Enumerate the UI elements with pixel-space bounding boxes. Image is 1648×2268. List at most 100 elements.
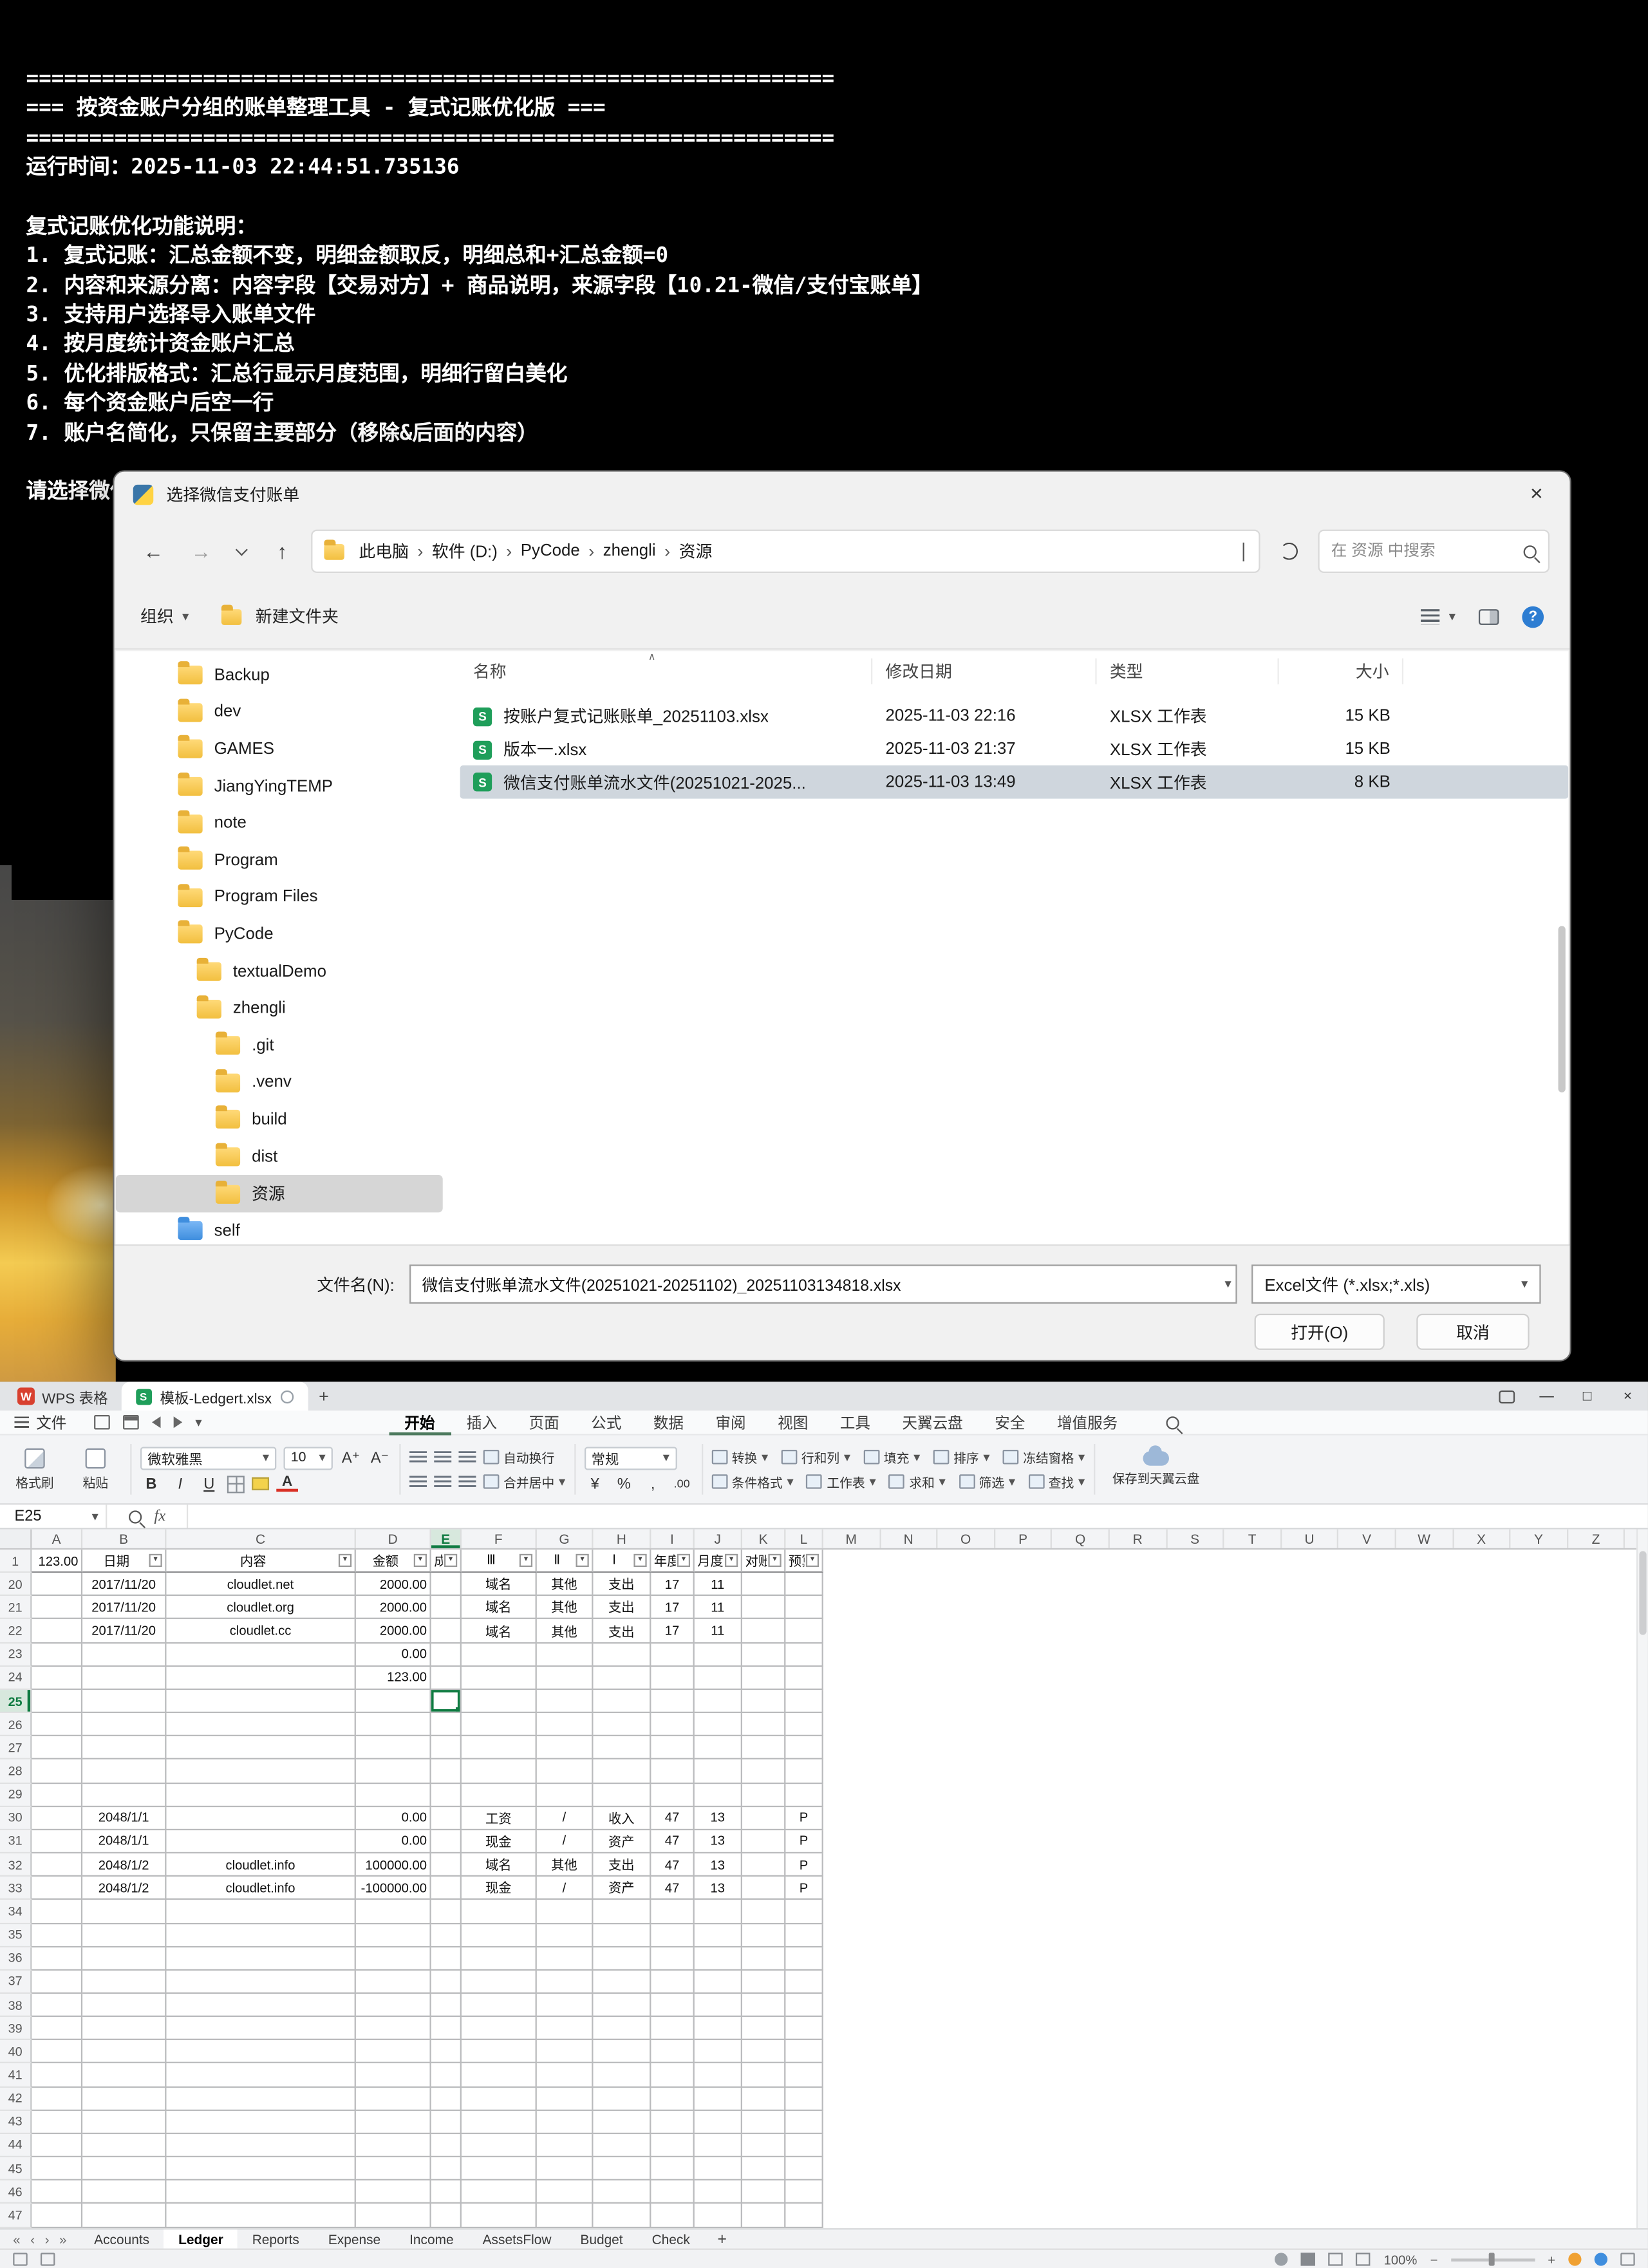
breadcrumb-item[interactable]: zhengli	[594, 543, 664, 560]
cell-V41[interactable]	[1339, 2064, 1396, 2087]
cell-U41[interactable]	[1282, 2064, 1339, 2087]
window-close-icon[interactable]: ×	[1607, 1382, 1648, 1410]
cell-U24[interactable]	[1282, 1667, 1339, 1690]
align-top-icon[interactable]	[409, 1450, 427, 1463]
cell-S31[interactable]	[1167, 1830, 1224, 1853]
cell-I30[interactable]: 47	[651, 1806, 694, 1830]
cell-N40[interactable]	[881, 2041, 938, 2064]
cell-E38[interactable]	[431, 1994, 462, 2017]
ribbon-tab-安全[interactable]: 安全	[979, 1410, 1042, 1434]
column-header-T[interactable]: T	[1224, 1530, 1282, 1548]
scrollbar-thumb[interactable]	[1639, 1551, 1646, 1635]
cell-X38[interactable]	[1454, 1994, 1511, 2017]
cell-V20[interactable]	[1339, 1573, 1396, 1596]
tree-item-JiangYingTEMP[interactable]: JiangYingTEMP	[116, 768, 443, 805]
cell-Q29[interactable]	[1053, 1783, 1110, 1806]
open-button[interactable]: 打开(O)	[1255, 1314, 1385, 1350]
cell-X28[interactable]	[1454, 1760, 1511, 1783]
cell-S28[interactable]	[1167, 1760, 1224, 1783]
cell-B29[interactable]	[82, 1783, 166, 1806]
column-header-H[interactable]: H	[593, 1530, 651, 1548]
cell-V27[interactable]	[1339, 1737, 1396, 1760]
cell-L21[interactable]	[785, 1597, 823, 1620]
cell-V25[interactable]	[1339, 1690, 1396, 1713]
cell-S22[interactable]	[1167, 1620, 1224, 1643]
cell-D26[interactable]	[356, 1713, 431, 1736]
cell-W31[interactable]	[1396, 1830, 1454, 1853]
cell-U44[interactable]	[1282, 2134, 1339, 2157]
cell-R26[interactable]	[1110, 1713, 1167, 1736]
wrap-text-button[interactable]: 自动换行	[483, 1448, 555, 1467]
cell-A42[interactable]	[32, 2087, 82, 2110]
cell-W47[interactable]	[1396, 2204, 1454, 2227]
row-header-33[interactable]: 33	[0, 1877, 32, 1900]
cell-B38[interactable]	[82, 1994, 166, 2017]
cell-D35[interactable]	[356, 1924, 431, 1947]
cell-E44[interactable]	[431, 2134, 462, 2157]
cell-K40[interactable]	[742, 2041, 785, 2064]
cell-N22[interactable]	[881, 1620, 938, 1643]
history-dropdown-icon[interactable]	[230, 532, 253, 570]
cell-N33[interactable]	[881, 1877, 938, 1900]
cell-G47[interactable]	[537, 2204, 594, 2227]
column-header-E[interactable]: E	[431, 1530, 462, 1548]
filter-icon[interactable]: ▾	[677, 1554, 690, 1567]
cell-C32[interactable]: cloudlet.info	[166, 1853, 355, 1877]
cell-K23[interactable]	[742, 1643, 785, 1666]
row-header-46[interactable]: 46	[0, 2180, 32, 2204]
cell-K25[interactable]	[742, 1690, 785, 1713]
cell-G36[interactable]	[537, 1947, 594, 1970]
cell-G40[interactable]	[537, 2041, 594, 2064]
tree-item-Backup[interactable]: Backup	[116, 657, 443, 694]
filename-input[interactable]	[422, 1275, 1216, 1293]
cell-Q34[interactable]	[1053, 1900, 1110, 1924]
cell-W45[interactable]	[1396, 2157, 1454, 2180]
cell-O34[interactable]	[938, 1900, 995, 1924]
cell-Z22[interactable]	[1568, 1620, 1625, 1643]
cell-J28[interactable]	[695, 1760, 742, 1783]
cell-H30[interactable]: 收入	[593, 1806, 651, 1830]
cell-I1[interactable]: 年度▾	[651, 1550, 694, 1573]
cell-M36[interactable]	[823, 1947, 881, 1970]
cell-N26[interactable]	[881, 1713, 938, 1736]
cell-Z42[interactable]	[1568, 2087, 1625, 2110]
cell-Q33[interactable]	[1053, 1877, 1110, 1900]
cell-D22[interactable]: 2000.00	[356, 1620, 431, 1643]
sheet-tab-Budget[interactable]: Budget	[566, 2229, 637, 2249]
ribbon-tab-审阅[interactable]: 审阅	[700, 1410, 762, 1434]
cell-K31[interactable]	[742, 1830, 785, 1853]
cell-O44[interactable]	[938, 2134, 995, 2157]
cell-X47[interactable]	[1454, 2204, 1511, 2227]
cell-G1[interactable]: Ⅱ▾	[537, 1550, 594, 1573]
column-header-P[interactable]: P	[995, 1530, 1053, 1548]
sheet-tab-Accounts[interactable]: Accounts	[80, 2229, 164, 2249]
cell-T45[interactable]	[1224, 2157, 1282, 2180]
cell-C23[interactable]	[166, 1643, 355, 1666]
cell-C24[interactable]	[166, 1667, 355, 1690]
cell-D24[interactable]: 123.00	[356, 1667, 431, 1690]
cell-Y37[interactable]	[1511, 1971, 1568, 1994]
cell-K1[interactable]: 对账▾	[742, 1550, 785, 1573]
cell-X33[interactable]	[1454, 1877, 1511, 1900]
cell-G39[interactable]	[537, 2017, 594, 2040]
cell-L39[interactable]	[785, 2017, 823, 2040]
cell-P31[interactable]	[995, 1830, 1053, 1853]
cell-R33[interactable]	[1110, 1877, 1167, 1900]
search-input[interactable]	[1331, 543, 1524, 560]
row-header-43[interactable]: 43	[0, 2111, 32, 2134]
cell-U22[interactable]	[1282, 1620, 1339, 1643]
column-header-Y[interactable]: Y	[1511, 1530, 1568, 1548]
cell-M27[interactable]	[823, 1737, 881, 1760]
cell-I44[interactable]	[651, 2134, 694, 2157]
cell-A23[interactable]	[32, 1643, 82, 1666]
cell-S34[interactable]	[1167, 1900, 1224, 1924]
next-sheet-icon[interactable]: ›	[45, 2232, 50, 2246]
cell-V38[interactable]	[1339, 1994, 1396, 2017]
cell-N30[interactable]	[881, 1806, 938, 1830]
cell-B34[interactable]	[82, 1900, 166, 1924]
cell-E37[interactable]	[431, 1971, 462, 1994]
cell-M41[interactable]	[823, 2064, 881, 2087]
column-header-S[interactable]: S	[1167, 1530, 1224, 1548]
cell-J40[interactable]	[695, 2041, 742, 2064]
cell-Q22[interactable]	[1053, 1620, 1110, 1643]
